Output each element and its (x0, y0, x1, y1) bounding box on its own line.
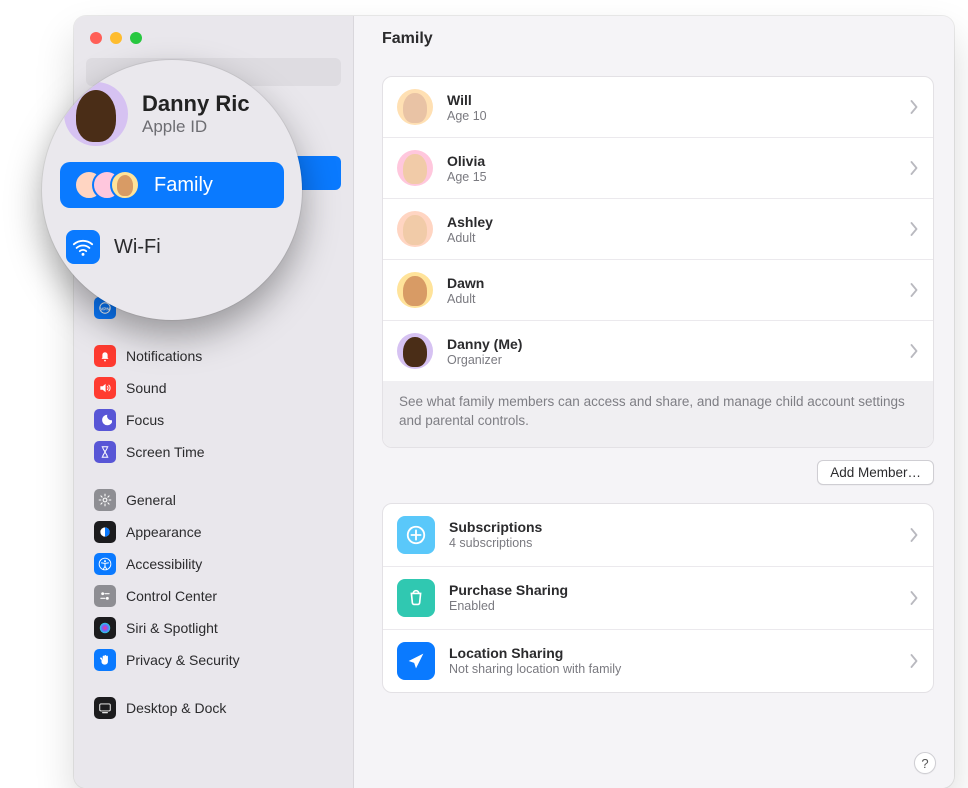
member-avatar (397, 211, 433, 247)
sidebar-item-focus[interactable]: Focus (86, 404, 341, 436)
zoom-window-button[interactable] (130, 32, 142, 44)
add-member-button[interactable]: Add Member… (817, 460, 934, 485)
sidebar-item-label: Notifications (126, 348, 202, 364)
sharing-name: Subscriptions (449, 519, 896, 535)
sharing-subtitle: 4 subscriptions (449, 536, 896, 550)
accessibility-icon (94, 553, 116, 575)
sidebar-item-siri-spotlight[interactable]: Siri & Spotlight (86, 612, 341, 644)
member-avatar (397, 333, 433, 369)
wifi-icon (66, 230, 100, 264)
sidebar-item-label: General (126, 492, 176, 508)
location-icon (397, 642, 435, 680)
hourglass-icon (94, 441, 116, 463)
sidebar-item-privacy-security[interactable]: Privacy & Security (86, 644, 341, 676)
member-avatar (397, 89, 433, 125)
subs-icon (397, 516, 435, 554)
sidebar-item-label: Appearance (126, 524, 202, 540)
sidebar-item-label: Accessibility (126, 556, 202, 572)
sidebar-item-accessibility[interactable]: Accessibility (86, 548, 341, 580)
close-window-button[interactable] (90, 32, 102, 44)
chevron-right-icon (910, 100, 919, 114)
member-name: Ashley (447, 214, 896, 230)
member-name: Olivia (447, 153, 896, 169)
sharing-row-location-sharing[interactable]: Location SharingNot sharing location wit… (383, 630, 933, 692)
family-member-row[interactable]: OliviaAge 15 (383, 138, 933, 199)
sidebar-item-label: Focus (126, 412, 164, 428)
member-subtitle: Age 10 (447, 109, 896, 123)
sharing-name: Location Sharing (449, 645, 896, 661)
member-subtitle: Adult (447, 231, 896, 245)
mag-account-avatar (64, 82, 128, 146)
mag-apple-id-account[interactable]: Danny Ric Apple ID (60, 78, 284, 160)
family-member-row[interactable]: WillAge 10 (383, 77, 933, 138)
chevron-right-icon (910, 654, 919, 668)
mag-sidebar-item-family[interactable]: Family (60, 162, 284, 208)
sidebar-item-screen-time[interactable]: Screen Time (86, 436, 341, 468)
sharing-row-subscriptions[interactable]: Subscriptions4 subscriptions (383, 504, 933, 567)
minimize-window-button[interactable] (110, 32, 122, 44)
member-avatar (397, 272, 433, 308)
sidebar-item-label: Sound (126, 380, 166, 396)
dock-icon (94, 697, 116, 719)
mag-sidebar-item-wifi[interactable]: Wi-Fi (60, 224, 284, 270)
chevron-right-icon (910, 344, 919, 358)
chevron-right-icon (910, 222, 919, 236)
sidebar-item-notifications[interactable]: Notifications (86, 340, 341, 372)
sidebar-item-label: Siri & Spotlight (126, 620, 218, 636)
member-avatar (397, 150, 433, 186)
sidebar-item-control-center[interactable]: Control Center (86, 580, 341, 612)
mag-family-stack-icon (74, 170, 140, 200)
chevron-right-icon (910, 161, 919, 175)
sharing-subtitle: Enabled (449, 599, 896, 613)
family-member-row[interactable]: Danny (Me)Organizer (383, 321, 933, 381)
mag-account-subtitle: Apple ID (142, 117, 250, 137)
sidebar-item-appearance[interactable]: Appearance (86, 516, 341, 548)
sidebar-item-general[interactable]: General (86, 484, 341, 516)
sidebar-item-label: Control Center (126, 588, 217, 604)
member-name: Danny (Me) (447, 336, 896, 352)
member-subtitle: Age 15 (447, 170, 896, 184)
family-footer-text: See what family members can access and s… (383, 381, 933, 447)
magnifier-overlay: Danny Ric Apple ID Family Wi-Fi (42, 60, 302, 320)
family-members-card: WillAge 10OliviaAge 15AshleyAdultDawnAdu… (382, 76, 934, 448)
sidebar-item-label: Desktop & Dock (126, 700, 226, 716)
member-subtitle: Organizer (447, 353, 896, 367)
sharing-name: Purchase Sharing (449, 582, 896, 598)
sharing-row-purchase-sharing[interactable]: Purchase SharingEnabled (383, 567, 933, 630)
main-content: Family WillAge 10OliviaAge 15AshleyAdult… (354, 16, 954, 788)
family-member-row[interactable]: DawnAdult (383, 260, 933, 321)
window-controls (86, 26, 341, 58)
focus-icon (94, 409, 116, 431)
sound-icon (94, 377, 116, 399)
family-member-row[interactable]: AshleyAdult (383, 199, 933, 260)
chevron-right-icon (910, 283, 919, 297)
page-title: Family (382, 30, 934, 48)
help-button[interactable]: ? (914, 752, 936, 774)
mag-wifi-label: Wi-Fi (114, 236, 161, 259)
sharing-card: Subscriptions4 subscriptionsPurchase Sha… (382, 503, 934, 693)
mag-account-name: Danny Ric (142, 91, 250, 117)
chevron-right-icon (910, 528, 919, 542)
member-name: Will (447, 92, 896, 108)
member-name: Dawn (447, 275, 896, 291)
sidebar-item-sound[interactable]: Sound (86, 372, 341, 404)
controls-icon (94, 585, 116, 607)
sidebar-item-label: Screen Time (126, 444, 205, 460)
chevron-right-icon (910, 591, 919, 605)
appearance-icon (94, 521, 116, 543)
sidebar-item-desktop-dock[interactable]: Desktop & Dock (86, 692, 341, 724)
member-subtitle: Adult (447, 292, 896, 306)
siri-icon (94, 617, 116, 639)
sidebar-item-label: Privacy & Security (126, 652, 240, 668)
mag-family-label: Family (154, 174, 213, 197)
hand-icon (94, 649, 116, 671)
bell-icon (94, 345, 116, 367)
purchase-icon (397, 579, 435, 617)
sharing-subtitle: Not sharing location with family (449, 662, 896, 676)
gear-icon (94, 489, 116, 511)
